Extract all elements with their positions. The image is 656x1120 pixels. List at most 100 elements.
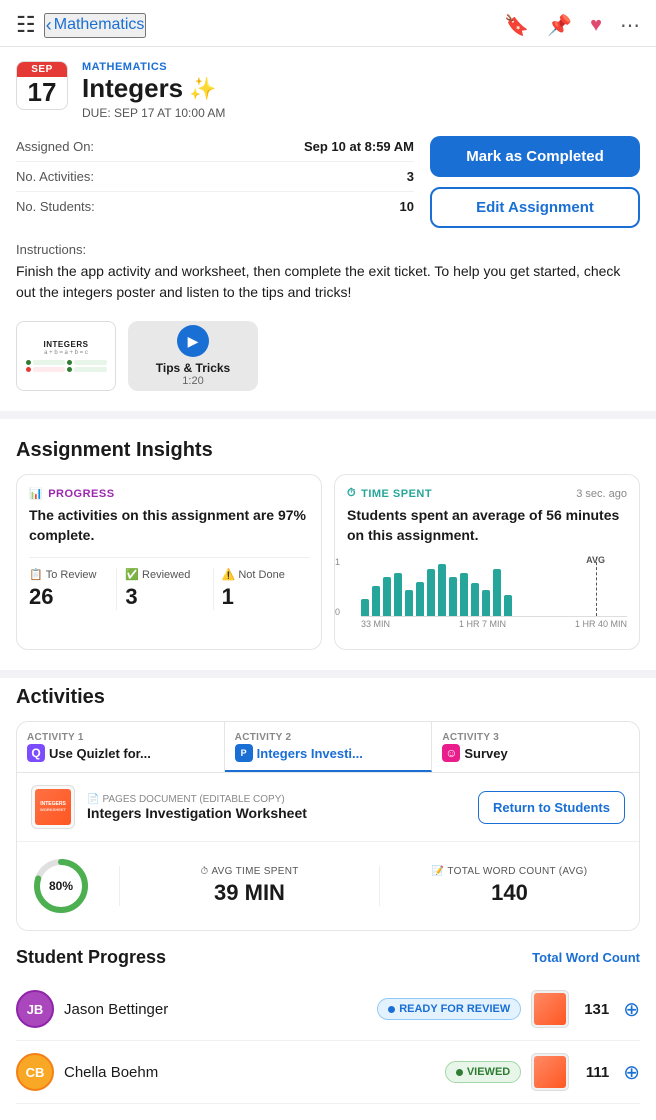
more-btn-cb[interactable]: ⊕	[623, 1060, 640, 1085]
attachments-section: INTEGERS a + b = a + b = c ▶ Tips & Tric…	[0, 311, 656, 407]
y-label-1: 1	[335, 557, 340, 567]
chart-bar-3	[394, 573, 402, 616]
progress-header: 📊 PROGRESS	[29, 487, 309, 500]
insights-title: Assignment Insights	[16, 439, 640, 462]
student-count-cb: 111	[579, 1064, 609, 1081]
time-card: ⏱ TIME SPENT 3 sec. ago Students spent a…	[334, 474, 640, 650]
back-button[interactable]: ‹ Mathematics	[44, 13, 147, 38]
y-labels: 1 0	[335, 557, 340, 617]
progress-pct-text: 80%	[49, 879, 73, 893]
chevron-left-icon: ‹	[46, 15, 52, 36]
reviewed-label: ✅ Reviewed	[125, 568, 204, 581]
chart-bar-4	[405, 590, 413, 616]
edit-assignment-button[interactable]: Edit Assignment	[430, 187, 640, 228]
chart-area: AVG	[361, 557, 627, 617]
video-duration: 1:20	[182, 375, 203, 387]
poster-line-1	[26, 360, 107, 365]
calendar-month: SEP	[17, 62, 67, 77]
word-icon: 📝	[432, 866, 445, 877]
top-nav: ☷ ‹ Mathematics 🔖 📌 ♥ ⋯	[0, 0, 656, 47]
status-badge-cb: VIEWED	[445, 1061, 521, 1083]
chart-bar-10	[471, 583, 479, 616]
insights-section: Assignment Insights 📊 PROGRESS The activ…	[0, 423, 656, 666]
due-date: DUE: SEP 17 AT 10:00 AM	[82, 106, 640, 120]
avg-time-label: ⏱ AVG TIME SPENT	[134, 866, 365, 877]
subject-label: MATHEMATICS	[82, 61, 640, 73]
activities-label: No. Activities:	[16, 169, 94, 184]
time-label: TIME SPENT	[361, 488, 432, 500]
total-word-count-link[interactable]: Total Word Count	[532, 950, 640, 965]
info-buttons-section: Assigned On: Sep 10 at 8:59 AM No. Activ…	[0, 132, 656, 228]
tab-activity-2[interactable]: ACTIVITY 2 P Integers Investi...	[225, 722, 433, 772]
video-attachment[interactable]: ▶ Tips & Tricks 1:20	[128, 321, 258, 391]
bookmark-icon[interactable]: 🔖	[504, 13, 529, 38]
instructions-text: Finish the app activity and worksheet, t…	[16, 261, 640, 303]
activity-doc-row: INTEGERS WORKSHEET 📄 PAGES DOCUMENT (EDI…	[17, 773, 639, 842]
avatar-jb: JB	[16, 990, 54, 1028]
progress-icon: 📊	[29, 487, 43, 500]
return-to-students-button[interactable]: Return to Students	[478, 791, 625, 824]
x-label-1hr40: 1 HR 40 MIN	[575, 619, 627, 629]
time-header: ⏱ TIME SPENT 3 sec. ago	[347, 487, 627, 500]
chart-bar-12	[493, 569, 501, 617]
section-divider-1	[0, 411, 656, 419]
mark-completed-button[interactable]: Mark as Completed	[430, 136, 640, 177]
not-done-label: ⚠️ Not Done	[222, 568, 301, 581]
activities-row: No. Activities: 3	[16, 162, 414, 192]
x-label-1hr7: 1 HR 7 MIN	[459, 619, 506, 629]
chart-bar-1	[372, 586, 380, 616]
x-label-33: 33 MIN	[361, 619, 390, 629]
heart-icon[interactable]: ♥	[590, 14, 602, 37]
poster-attachment[interactable]: INTEGERS a + b = a + b = c	[16, 321, 116, 391]
info-block: Assigned On: Sep 10 at 8:59 AM No. Activ…	[16, 132, 414, 228]
activities-section: Activities ACTIVITY 1 Q Use Quizlet for.…	[0, 682, 656, 947]
chart-bar-13	[504, 595, 512, 617]
tab-2-sub: ACTIVITY 2	[235, 732, 422, 743]
pin-icon[interactable]: 📌	[547, 13, 572, 38]
student-thumb-cb	[531, 1053, 569, 1091]
tab-3-sub: ACTIVITY 3	[442, 732, 629, 743]
students-value: 10	[400, 199, 414, 214]
tab-activity-1[interactable]: ACTIVITY 1 Q Use Quizlet for...	[17, 722, 225, 772]
time-text: Students spent an average of 56 minutes …	[347, 506, 627, 545]
tab-1-sub: ACTIVITY 1	[27, 732, 214, 743]
y-label-0: 0	[335, 607, 340, 617]
student-row-cb: CB Chella Boehm VIEWED 111 ⊕	[16, 1041, 640, 1104]
assignment-title: Integers ✨	[82, 73, 640, 104]
student-row-jb: JB Jason Bettinger READY FOR REVIEW 131 …	[16, 978, 640, 1041]
metric-divider-1	[119, 866, 120, 906]
stat-to-review: 📋 To Review 26	[29, 568, 117, 610]
to-review-icon: 📋	[29, 568, 43, 581]
assigned-label: Assigned On:	[16, 139, 94, 154]
doc-thumbnail: INTEGERS WORKSHEET	[31, 785, 75, 829]
insights-cards: 📊 PROGRESS The activities on this assign…	[16, 474, 640, 650]
more-icon[interactable]: ⋯	[620, 13, 640, 38]
sidebar-icon[interactable]: ☷	[16, 12, 36, 38]
more-btn-jb[interactable]: ⊕	[623, 997, 640, 1022]
metric-divider-2	[379, 866, 380, 906]
avg-label: AVG	[586, 555, 605, 565]
stat-reviewed: ✅ Reviewed 3	[117, 568, 213, 610]
tab-activity-3[interactable]: ACTIVITY 3 ☺ Survey	[432, 722, 639, 772]
progress-label: PROGRESS	[48, 488, 114, 500]
chart-bar-8	[449, 577, 457, 616]
calendar-day: 17	[28, 77, 57, 109]
time-ago-label: 3 sec. ago	[576, 488, 627, 500]
back-label: Mathematics	[54, 16, 145, 34]
to-review-value: 26	[29, 584, 108, 610]
tab-3-icon: ☺	[442, 744, 460, 762]
tab-2-icon: P	[235, 744, 253, 762]
instructions-section: Instructions: Finish the app activity an…	[0, 228, 656, 311]
chart-bar-11	[482, 590, 490, 616]
chart-bar-9	[460, 573, 468, 616]
avg-time-metric: ⏱ AVG TIME SPENT 39 MIN	[134, 866, 365, 906]
student-name-jb: Jason Bettinger	[64, 1001, 367, 1018]
activity-content: INTEGERS WORKSHEET 📄 PAGES DOCUMENT (EDI…	[16, 772, 640, 931]
chart-bar-0	[361, 599, 369, 616]
avg-line	[596, 557, 597, 616]
play-button[interactable]: ▶	[177, 325, 209, 357]
word-count-metric: 📝 TOTAL WORD COUNT (AVG) 140	[394, 866, 625, 906]
to-review-label: 📋 To Review	[29, 568, 108, 581]
reviewed-icon: ✅	[125, 568, 139, 581]
progress-text: The activities on this assignment are 97…	[29, 506, 309, 545]
